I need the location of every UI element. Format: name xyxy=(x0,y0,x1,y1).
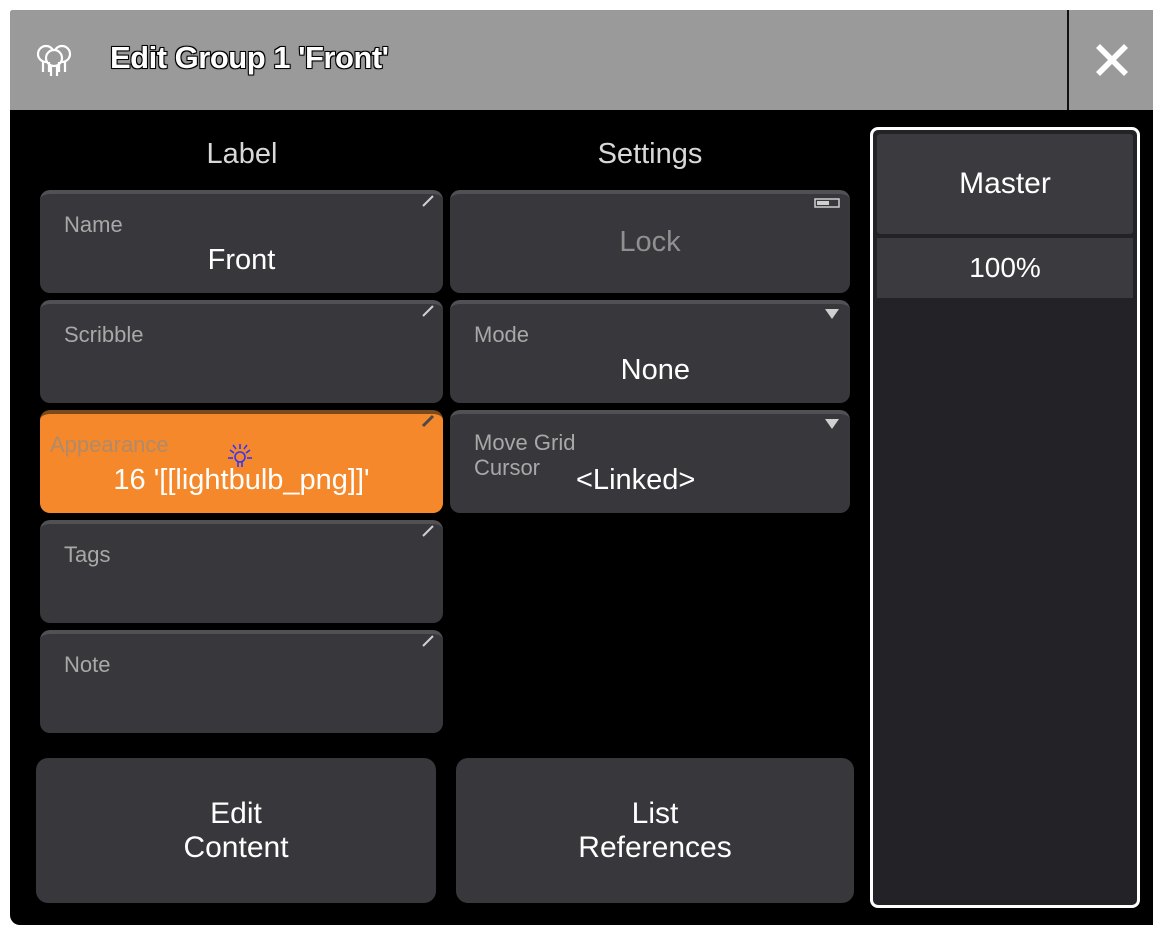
tags-field[interactable]: Tags xyxy=(40,520,443,623)
scribble-field[interactable]: Scribble xyxy=(40,300,443,403)
label-column-header: Label xyxy=(206,138,278,170)
appearance-field-label: Appearance xyxy=(50,432,169,457)
dropdown-triangle-icon xyxy=(825,309,839,319)
master-header: Master xyxy=(877,134,1133,234)
toggle-indicator-icon xyxy=(814,198,840,208)
mode-select[interactable]: Mode None xyxy=(450,300,850,403)
master-value[interactable]: 100% xyxy=(877,238,1133,298)
lightbulb-cursor-icon xyxy=(228,444,252,467)
master-panel[interactable]: Master 100% xyxy=(870,127,1140,908)
move-grid-cursor-select[interactable]: Move Grid Cursor <Linked> xyxy=(450,410,850,513)
move-grid-cursor-label-line2: Cursor xyxy=(474,455,541,480)
move-grid-cursor-label: Move Grid Cursor xyxy=(474,430,575,480)
name-field-value: Front xyxy=(207,244,276,276)
mode-select-value: None xyxy=(620,354,690,386)
edit-content-label-line2: Content xyxy=(183,830,289,864)
lock-toggle[interactable]: Lock xyxy=(450,190,850,293)
move-grid-cursor-label-line1: Move Grid xyxy=(474,430,576,455)
edit-corner-icon xyxy=(422,635,434,647)
settings-column-header: Settings xyxy=(597,138,703,170)
edit-group-window: Edit Group 1 'Front' Label Settings Name… xyxy=(10,10,1153,925)
list-references-label-line2: References xyxy=(578,830,732,864)
scribble-field-label: Scribble xyxy=(64,322,144,347)
edit-corner-icon xyxy=(421,414,435,428)
list-references-label-line1: List xyxy=(631,796,679,830)
edit-content-button[interactable]: Edit Content xyxy=(36,758,436,903)
close-button[interactable] xyxy=(1069,10,1153,110)
dropdown-triangle-icon xyxy=(825,419,839,429)
appearance-field[interactable]: Appearance 16 '[[lightbulb_png]]' xyxy=(40,410,443,513)
mode-select-label: Mode xyxy=(474,322,530,347)
edit-corner-icon xyxy=(422,195,434,207)
window-title: Edit Group 1 'Front' xyxy=(109,39,389,75)
tags-field-label: Tags xyxy=(64,542,111,567)
lightbulbs-icon xyxy=(34,42,74,78)
name-field-label: Name xyxy=(64,212,123,237)
lock-toggle-label: Lock xyxy=(619,226,681,258)
edit-content-label-line1: Edit xyxy=(210,796,262,830)
note-field[interactable]: Note xyxy=(40,630,443,733)
name-field[interactable]: Name Front xyxy=(40,190,443,293)
title-bar[interactable]: Edit Group 1 'Front' xyxy=(10,10,1153,110)
close-icon xyxy=(1096,44,1128,76)
edit-corner-icon xyxy=(422,525,434,537)
note-field-label: Note xyxy=(64,652,111,677)
edit-corner-icon xyxy=(422,305,434,317)
move-grid-cursor-value: <Linked> xyxy=(576,464,696,496)
list-references-button[interactable]: List References xyxy=(456,758,854,903)
